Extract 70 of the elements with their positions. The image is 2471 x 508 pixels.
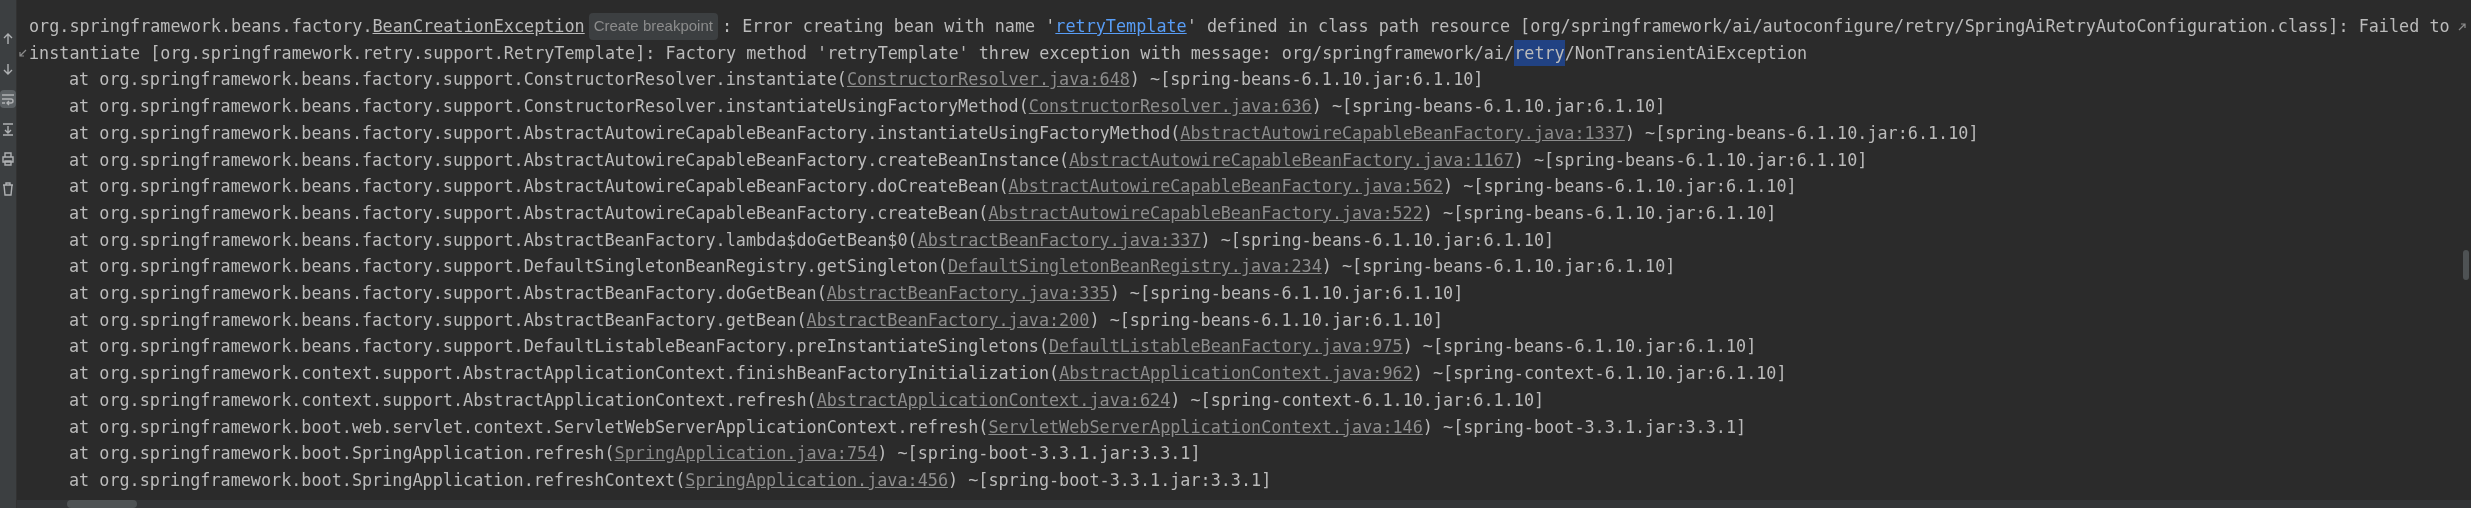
jar-info: ) ~[spring-boot-3.3.1.jar:3.3.1] — [948, 468, 1272, 492]
stack-frame-call: at org.springframework.boot.SpringApplication.refresh( — [69, 442, 615, 466]
source-link[interactable]: AbstractBeanFactory.java:337 — [917, 226, 1201, 254]
source-link[interactable]: ConstructorResolver.java:636 — [1028, 93, 1312, 120]
log-text: ' defined in class path resource [org/springframework/ai/autoconfigure/retry/SpringAiRetryAutoConfiguration.class]: Failed to — [1186, 15, 2450, 38]
selected-text: retry — [1514, 39, 1565, 67]
toolbar-button[interactable] — [0, 150, 16, 168]
stack-frame-call: at org.springframework.beans.factory.support.AbstractAutowireCapableBeanFactory.instantiateUsingFactoryMethod( — [69, 121, 1181, 145]
source-link[interactable]: AbstractAutowireCapableBeanFactory.java:1337 — [1180, 119, 1625, 147]
jar-info: ) ~[spring-context-6.1.10.jar:6.1.10] — [1170, 388, 1545, 412]
scroll-to-end-icon — [1, 122, 15, 136]
log-text: org.springframework.beans.factory. — [29, 15, 373, 38]
horizontal-scrollbar-thumb[interactable] — [67, 500, 137, 508]
stack-frame-call: at org.springframework.beans.factory.support.AbstractAutowireCapableBeanFactory.createBeanInstance( — [69, 148, 1070, 172]
log-text: : Error creating bean with name ' — [721, 15, 1056, 38]
down-arrow-icon — [1, 62, 15, 76]
jar-info: ) ~[spring-boot-3.3.1.jar:3.3.1] — [1422, 415, 1747, 439]
jar-info: ) ~[spring-beans-6.1.10.jar:6.1.10] — [1422, 201, 1777, 225]
stack-frame-call: at org.springframework.beans.factory.support.AbstractAutowireCapableBeanFactory.doCreateBean( — [69, 175, 1009, 199]
stack-frame-call: at org.springframework.beans.factory.support.AbstractBeanFactory.lambda$doGetBean$0( — [69, 228, 918, 252]
source-link[interactable]: AbstractAutowireCapableBeanFactory.java:1167 — [1069, 146, 1514, 174]
source-link[interactable]: AbstractApplicationContext.java:624 — [816, 386, 1171, 414]
source-link[interactable]: ConstructorResolver.java:648 — [846, 66, 1130, 94]
create-breakpoint-hint[interactable]: Create breakpoint — [588, 13, 718, 40]
stack-frame-call: at org.springframework.beans.factory.support.AbstractBeanFactory.doGetBean( — [69, 282, 827, 306]
trash-icon — [1, 182, 15, 196]
jar-info: ) ~[spring-beans-6.1.10.jar:6.1.10] — [1321, 255, 1676, 279]
source-link[interactable]: DefaultSingletonBeanRegistry.java:234 — [948, 253, 1322, 281]
log-text: /NonTransientAiException — [1564, 41, 1808, 65]
stack-frame-call: at org.springframework.boot.SpringApplication.refreshContext( — [69, 468, 686, 492]
jar-info: ) ~[spring-beans-6.1.10.jar:6.1.10] — [1129, 68, 1484, 92]
source-link[interactable]: SpringApplication.java:754 — [614, 440, 878, 467]
stack-frame-call: at org.springframework.boot.web.servlet.context.ServletWebServerApplicationContext.refresh( — [69, 415, 989, 439]
stack-frame-call: at org.springframework.context.support.AbstractApplicationContext.refresh( — [69, 388, 817, 412]
toolbar-button[interactable] — [0, 180, 16, 198]
source-link[interactable]: AbstractAutowireCapableBeanFactory.java:522 — [988, 199, 1423, 227]
bean-link[interactable]: retryTemplate — [1055, 13, 1187, 40]
stack-frame-call: at org.springframework.beans.factory.support.ConstructorResolver.instantiate( — [69, 68, 847, 92]
stack-frame-call: at org.springframework.beans.factory.support.DefaultListableBeanFactory.preInstantiateSingletons( — [69, 335, 1049, 359]
print-icon — [1, 152, 15, 166]
toolbar-button[interactable] — [0, 120, 16, 138]
source-link[interactable]: ServletWebServerApplicationContext.java:146 — [988, 413, 1423, 441]
toolbar-button[interactable] — [0, 90, 16, 108]
source-link[interactable]: AbstractApplicationContext.java:962 — [1059, 360, 1413, 387]
jar-info: ) ~[spring-beans-6.1.10.jar:6.1.10] — [1513, 148, 1868, 172]
soft-wrap-icon — [1, 92, 15, 106]
stack-frame-call: at org.springframework.beans.factory.support.DefaultSingletonBeanRegistry.getSingleton( — [69, 255, 948, 279]
up-arrow-icon — [1, 32, 15, 46]
horizontal-scrollbar[interactable] — [17, 500, 2471, 508]
jar-info: ) ~[spring-beans-6.1.10.jar:6.1.10] — [1443, 175, 1797, 199]
stack-frame-call: at org.springframework.beans.factory.support.ConstructorResolver.instantiateUsingFactoryMethod( — [69, 95, 1029, 119]
log-text: instantiate [org.springframework.retry.support.RetryTemplate]: Factory method 'retryTemplate' threw exception with message: org/springframework/ai/ — [29, 41, 1515, 65]
jar-info: ) ~[spring-boot-3.3.1.jar:3.3.1] — [877, 442, 1201, 466]
source-link[interactable]: DefaultListableBeanFactory.java:975 — [1049, 333, 1403, 361]
source-link[interactable]: AbstractBeanFactory.java:335 — [826, 280, 1110, 307]
class-link[interactable]: BeanCreationException — [372, 13, 585, 40]
jar-info: ) ~[spring-beans-6.1.10.jar:6.1.10] — [1311, 95, 1666, 119]
source-link[interactable]: AbstractBeanFactory.java:200 — [806, 306, 1090, 334]
jar-info: ) ~[spring-beans-6.1.10.jar:6.1.10] — [1402, 335, 1757, 359]
jar-info: ) ~[spring-beans-6.1.10.jar:6.1.10] — [1109, 282, 1464, 306]
jar-info: ) ~[spring-beans-6.1.10.jar:6.1.10] — [1624, 121, 1979, 145]
stack-frame-call: at org.springframework.context.support.AbstractApplicationContext.finishBeanFactoryInitialization( — [69, 362, 1060, 386]
jar-info: ) ~[spring-beans-6.1.10.jar:6.1.10] — [1089, 308, 1444, 332]
stack-frame-call: at org.springframework.beans.factory.support.AbstractBeanFactory.getBean( — [69, 308, 807, 332]
source-link[interactable]: SpringApplication.java:456 — [685, 466, 948, 494]
vertical-scrollbar-thumb[interactable] — [2463, 250, 2469, 280]
stack-frame-call: at org.springframework.beans.factory.support.AbstractAutowireCapableBeanFactory.createBean( — [69, 201, 989, 225]
jar-info: ) ~[spring-beans-6.1.10.jar:6.1.10] — [1200, 228, 1555, 252]
jar-info: ) ~[spring-context-6.1.10.jar:6.1.10] — [1412, 362, 1787, 386]
source-link[interactable]: AbstractAutowireCapableBeanFactory.java:562 — [1008, 173, 1444, 200]
